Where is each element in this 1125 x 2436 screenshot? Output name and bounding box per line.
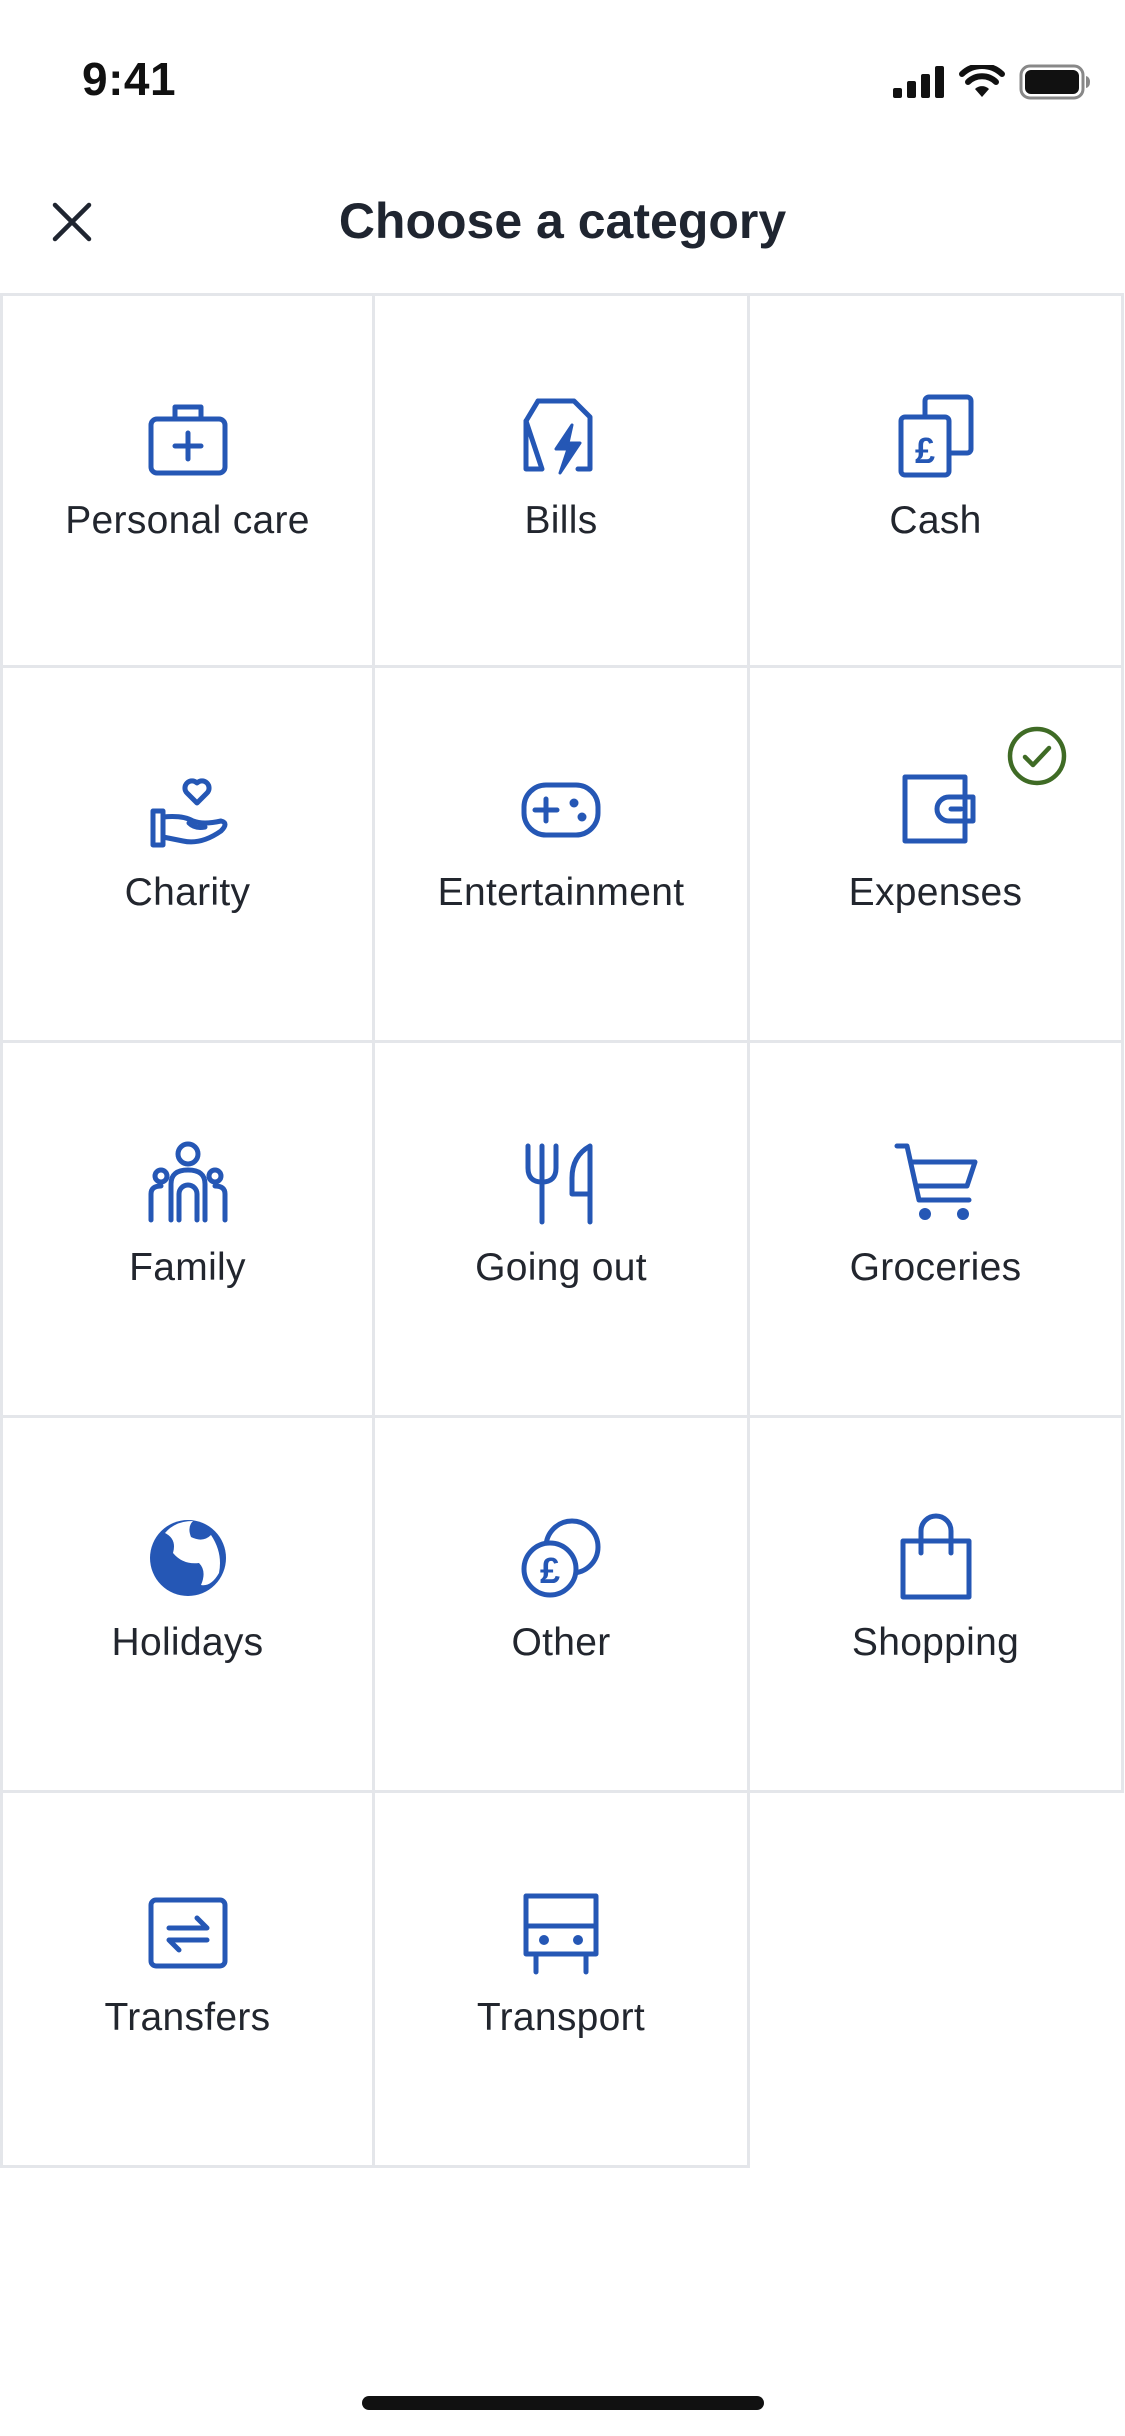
category-tile[interactable]: Holidays (0, 1418, 375, 1793)
bus-icon (516, 1888, 606, 1978)
category-tile[interactable]: Transfers (0, 1793, 375, 2168)
category-label: Personal care (65, 499, 310, 542)
category-tile[interactable]: Entertainment (375, 668, 750, 1043)
category-tile[interactable]: Expenses (750, 668, 1124, 1043)
page-title: Choose a category (338, 193, 787, 249)
shopping-bag-icon (891, 1513, 981, 1603)
shopping-cart-icon (891, 1138, 981, 1228)
category-tile[interactable]: Shopping (750, 1418, 1124, 1793)
category-label: Charity (124, 871, 251, 914)
game-controller-icon (516, 763, 606, 853)
hand-heart-icon (143, 763, 233, 853)
category-label: Other (511, 1621, 611, 1664)
category-label: Groceries (849, 1246, 1022, 1289)
category-label: Transport (476, 1996, 646, 2039)
status-bar: 9:41 (0, 0, 1125, 150)
status-time: 9:41 (82, 53, 177, 105)
category-tile[interactable]: Personal care (0, 293, 375, 668)
wallet-icon (891, 763, 981, 853)
category-tile[interactable]: £ Cash (750, 293, 1124, 668)
bill-lightning-icon (516, 391, 606, 481)
category-tile[interactable]: £ Other (375, 1418, 750, 1793)
category-label: Transfers (104, 1996, 271, 2039)
category-label: Entertainment (437, 871, 685, 914)
fork-knife-icon (516, 1138, 606, 1228)
category-tile[interactable]: Bills (375, 293, 750, 668)
category-label: Family (129, 1246, 246, 1289)
category-label: Holidays (111, 1621, 264, 1664)
category-label: Expenses (848, 871, 1023, 914)
category-tile[interactable]: Going out (375, 1043, 750, 1418)
category-label: Bills (524, 499, 598, 542)
pound-coins-icon: £ (516, 1513, 606, 1603)
category-tile[interactable]: Family (0, 1043, 375, 1418)
category-tile[interactable]: Transport (375, 1793, 750, 2168)
family-icon (143, 1138, 233, 1228)
cellular-signal-icon (893, 66, 944, 98)
category-tile[interactable]: Charity (0, 668, 375, 1043)
category-grid: Personal care Bills £ Cash Charity Entertainm… (0, 293, 1124, 2168)
svg-text:£: £ (914, 430, 934, 471)
status-icons (893, 62, 1091, 102)
transfer-arrows-icon (143, 1888, 233, 1978)
selected-check-icon (1005, 724, 1069, 788)
svg-text:£: £ (540, 1550, 560, 1591)
globe-icon (143, 1513, 233, 1603)
category-label: Cash (889, 499, 982, 542)
battery-icon (1019, 64, 1090, 100)
wifi-icon (959, 65, 1005, 97)
category-label: Going out (475, 1246, 647, 1289)
header: Choose a category (0, 170, 1125, 290)
first-aid-kit-icon (143, 391, 233, 481)
home-indicator (362, 2396, 764, 2410)
category-label: Shopping (851, 1621, 1020, 1664)
pound-notes-icon: £ (891, 391, 981, 481)
category-tile[interactable]: Groceries (750, 1043, 1124, 1418)
